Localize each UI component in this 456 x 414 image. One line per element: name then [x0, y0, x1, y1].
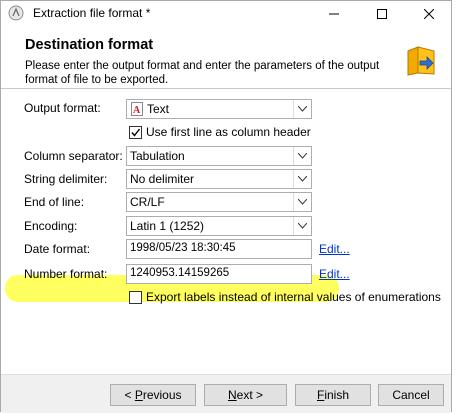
output-format-label: Output format:: [24, 101, 101, 115]
finish-rest: inish: [324, 388, 350, 402]
previous-rest: revious: [142, 388, 182, 402]
chevron-down-icon[interactable]: [293, 193, 311, 211]
export-labels-label: Export labels instead of internal values…: [146, 290, 441, 304]
title-bar: Extraction file format *: [1, 1, 451, 26]
date-format-value: 1998/05/23 18:30:45: [130, 242, 236, 254]
page-title: Destination format: [25, 37, 154, 53]
app-icon: [8, 5, 24, 21]
number-format-value: 1240953.14159265: [130, 267, 230, 279]
close-button[interactable]: [406, 1, 452, 26]
maximize-icon: [377, 8, 387, 19]
finish-button[interactable]: Finish: [295, 384, 371, 406]
next-button[interactable]: Next >: [204, 384, 287, 406]
wizard-body: Output format: A Text Use first line as …: [1, 89, 451, 374]
date-format-label: Date format:: [24, 242, 91, 256]
maximize-button[interactable]: [359, 1, 405, 26]
minimize-icon: [329, 13, 339, 14]
encoding-label: Encoding:: [24, 219, 78, 233]
next-rest: ext >: [236, 388, 264, 402]
end-of-line-label: End of line:: [24, 195, 85, 209]
chevron-down-icon[interactable]: [293, 217, 311, 235]
string-delimiter-value: No delimiter: [130, 172, 195, 186]
date-format-field[interactable]: 1998/05/23 18:30:45: [126, 239, 312, 259]
number-format-label: Number format:: [24, 267, 108, 281]
close-icon: [424, 8, 434, 19]
cancel-button[interactable]: Cancel: [378, 384, 444, 406]
next-mnemonic: N: [227, 388, 237, 402]
previous-prefix: <: [124, 388, 135, 402]
encoding-select[interactable]: Latin 1 (1252): [126, 216, 312, 236]
output-format-value: Text: [147, 102, 170, 116]
first-line-header-label: Use first line as column header: [146, 125, 311, 139]
previous-mnemonic: P: [134, 388, 143, 402]
previous-button[interactable]: < Previous: [110, 384, 196, 406]
window-title: Extraction file format *: [33, 6, 151, 20]
page-subtitle: Please enter the output format and enter…: [25, 60, 380, 86]
export-labels-checkbox[interactable]: [129, 291, 142, 304]
date-format-edit-link[interactable]: Edit...: [319, 242, 350, 256]
number-format-field[interactable]: 1240953.14159265: [126, 264, 312, 284]
number-format-edit-link[interactable]: Edit...: [319, 267, 350, 281]
column-separator-label: Column separator:: [24, 149, 123, 163]
output-format-select[interactable]: A Text: [126, 99, 312, 119]
end-of-line-select[interactable]: CR/LF: [126, 192, 312, 212]
checkmark-icon: [131, 128, 141, 137]
chevron-down-icon[interactable]: [293, 100, 311, 118]
dialog-window: Extraction file format * Destination for…: [0, 0, 452, 413]
folder-export-icon: [407, 46, 435, 76]
string-delimiter-label: String delimiter:: [24, 172, 108, 186]
column-separator-value: Tabulation: [130, 149, 185, 163]
column-separator-select[interactable]: Tabulation: [126, 146, 312, 166]
chevron-down-icon[interactable]: [293, 170, 311, 188]
text-file-icon: A: [131, 102, 143, 116]
wizard-header: Destination format Please enter the outp…: [1, 26, 451, 89]
string-delimiter-select[interactable]: No delimiter: [126, 169, 312, 189]
encoding-value: Latin 1 (1252): [130, 219, 205, 233]
end-of-line-value: CR/LF: [130, 195, 165, 209]
svg-text:A: A: [133, 105, 141, 116]
chevron-down-icon[interactable]: [293, 147, 311, 165]
first-line-header-checkbox[interactable]: [129, 126, 142, 139]
minimize-button[interactable]: [311, 1, 357, 26]
